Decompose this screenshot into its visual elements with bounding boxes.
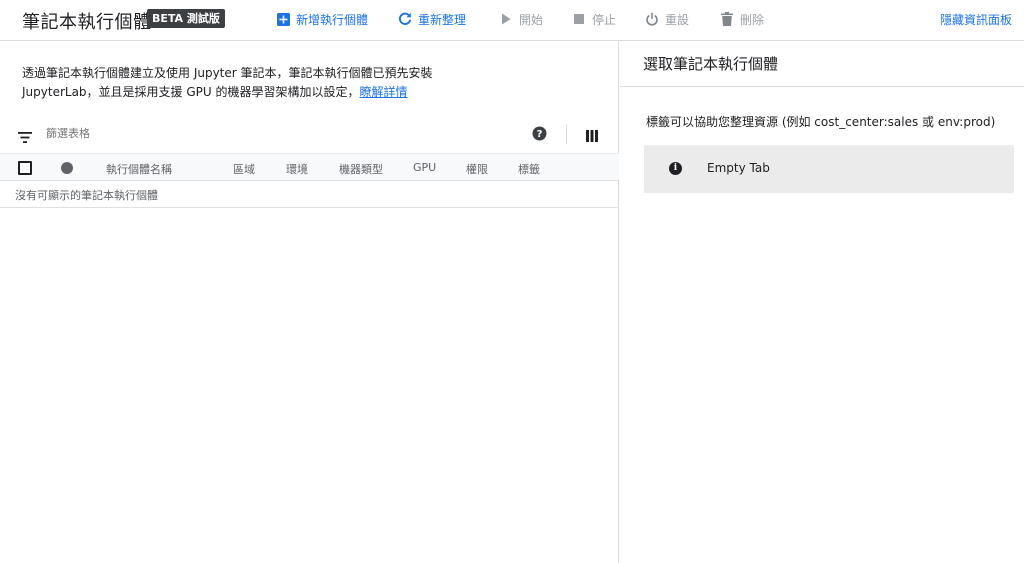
column-header-environment[interactable]: 環境 xyxy=(286,161,308,177)
top-toolbar: 筆記本執行個體 BETA 測試版 新增執行個體 重新整理 開始 停止 重設 刪除… xyxy=(0,0,1024,41)
refresh-label: 重新整理 xyxy=(418,12,467,27)
create-instance-label: 新增執行個體 xyxy=(296,12,369,27)
table-header: 執行個體名稱 區域 環境 機器類型 GPU 權限 標籤 xyxy=(0,153,619,181)
column-display-icon[interactable] xyxy=(586,127,598,146)
status-column-icon xyxy=(61,162,73,174)
play-icon xyxy=(499,12,513,26)
power-icon xyxy=(645,12,659,26)
refresh-button[interactable]: 重新整理 xyxy=(398,10,466,28)
reset-label: 重設 xyxy=(665,12,690,27)
info-panel-divider xyxy=(620,86,1024,87)
empty-table-row: 沒有可顯示的筆記本執行個體 xyxy=(0,181,619,208)
page-title: 筆記本執行個體 xyxy=(22,12,152,33)
info-icon: i xyxy=(669,162,682,175)
add-box-icon xyxy=(276,12,290,26)
intro-text: 透過筆記本執行個體建立及使用 Jupyter 筆記本，筆記本執行個體已預先安裝 … xyxy=(22,64,582,102)
column-header-name[interactable]: 執行個體名稱 xyxy=(106,161,172,177)
filter-bar: ? xyxy=(0,120,619,148)
intro-line-2: JupyterLab，並且是採用支援 GPU 的機器學習架構加以設定， xyxy=(22,85,360,99)
info-panel-description: 標籤可以協助您整理資源 (例如 cost_center:sales 或 env:… xyxy=(646,115,996,129)
instances-panel: 透過筆記本執行個體建立及使用 Jupyter 筆記本，筆記本執行個體已預先安裝 … xyxy=(0,41,619,563)
filter-icon[interactable] xyxy=(18,128,32,147)
info-panel-title: 選取筆記本執行個體 xyxy=(643,55,779,73)
column-header-labels[interactable]: 標籤 xyxy=(518,161,540,177)
intro-line-2-wrap: JupyterLab，並且是採用支援 GPU 的機器學習架構加以設定，瞭解詳情 xyxy=(22,83,582,102)
column-header-zone[interactable]: 區域 xyxy=(233,161,255,177)
start-label: 開始 xyxy=(519,12,544,27)
intro-line-1: 透過筆記本執行個體建立及使用 Jupyter 筆記本，筆記本執行個體已預先安裝 xyxy=(22,66,433,80)
column-header-gpu[interactable]: GPU xyxy=(413,161,436,174)
delete-label: 刪除 xyxy=(740,12,765,27)
empty-tab-label: Empty Tab xyxy=(707,161,770,175)
refresh-icon xyxy=(398,12,412,26)
reset-button[interactable]: 重設 xyxy=(645,10,689,28)
column-header-permission[interactable]: 權限 xyxy=(466,161,488,177)
create-instance-button[interactable]: 新增執行個體 xyxy=(276,10,368,28)
stop-icon xyxy=(572,12,586,26)
column-header-machine-type[interactable]: 機器類型 xyxy=(339,161,383,177)
empty-table-message: 沒有可顯示的筆記本執行個體 xyxy=(15,189,158,202)
toolbar-divider xyxy=(566,124,567,144)
stop-button[interactable]: 停止 xyxy=(572,10,616,28)
stop-label: 停止 xyxy=(592,12,617,27)
svg-text:?: ? xyxy=(537,129,543,140)
help-icon[interactable]: ? xyxy=(532,126,547,145)
hide-info-panel-button[interactable]: 隱藏資訊面板 xyxy=(940,11,1012,28)
filter-input[interactable] xyxy=(46,127,346,140)
learn-more-link[interactable]: 瞭解詳情 xyxy=(360,85,408,99)
select-all-checkbox[interactable] xyxy=(18,161,32,175)
trash-icon xyxy=(720,12,734,26)
start-button[interactable]: 開始 xyxy=(499,10,543,28)
empty-tab-notice: i Empty Tab xyxy=(644,145,1014,193)
beta-badge: BETA 測試版 xyxy=(147,9,225,28)
info-panel: 選取筆記本執行個體 標籤可以協助您整理資源 (例如 cost_center:sa… xyxy=(620,41,1024,563)
delete-button[interactable]: 刪除 xyxy=(720,10,764,28)
